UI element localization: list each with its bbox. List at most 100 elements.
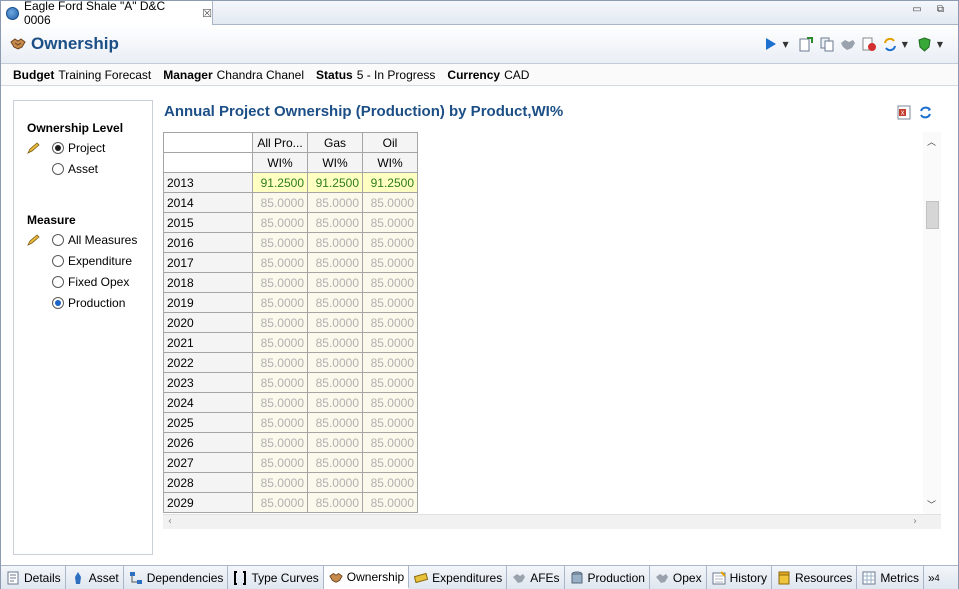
year-cell[interactable]: 2015 (163, 212, 253, 233)
year-cell[interactable]: 2027 (163, 452, 253, 473)
column-header[interactable]: Gas (307, 132, 363, 153)
year-cell[interactable]: 2017 (163, 252, 253, 273)
wi-value-cell[interactable]: 85.0000 (252, 452, 308, 473)
scroll-up-icon[interactable]: ︿ (927, 135, 936, 148)
radio-button[interactable] (52, 255, 64, 267)
tab-production[interactable]: Production (565, 566, 650, 589)
wi-value-cell[interactable]: 85.0000 (362, 292, 418, 313)
tab-ownership[interactable]: Ownership (323, 566, 410, 589)
wi-value-cell[interactable]: 85.0000 (307, 452, 363, 473)
wi-value-cell[interactable]: 85.0000 (252, 192, 308, 213)
close-tab-icon[interactable]: ☒ (202, 7, 212, 20)
horizontal-scrollbar[interactable]: ‹ › (163, 514, 941, 529)
run-icon[interactable] (762, 36, 780, 52)
tab-expenditures[interactable]: Expenditures (409, 566, 508, 589)
run-dropdown-chevron-icon[interactable]: ▼ (783, 40, 789, 49)
wi-value-cell[interactable]: 85.0000 (307, 432, 363, 453)
wi-value-cell[interactable]: 85.0000 (252, 352, 308, 373)
wi-value-cell[interactable]: 85.0000 (252, 252, 308, 273)
export-icon[interactable] (797, 36, 815, 52)
measure-option-production[interactable]: Production (52, 296, 125, 310)
scroll-left-icon[interactable]: ‹ (168, 516, 172, 527)
wi-value-cell[interactable]: 85.0000 (362, 312, 418, 333)
scroll-thumb[interactable] (926, 201, 939, 229)
wi-value-cell[interactable]: 85.0000 (362, 272, 418, 293)
wi-value-cell[interactable]: 85.0000 (307, 272, 363, 293)
wi-value-cell[interactable]: 85.0000 (307, 492, 363, 513)
year-cell[interactable]: 2025 (163, 412, 253, 433)
wi-value-cell[interactable]: 85.0000 (307, 332, 363, 353)
wi-value-cell[interactable]: 85.0000 (362, 472, 418, 493)
year-cell[interactable]: 2013 (163, 172, 253, 193)
measure-option-fixed-opex[interactable]: Fixed Opex (52, 275, 129, 289)
wi-value-cell[interactable]: 85.0000 (307, 352, 363, 373)
measure-option-all-measures[interactable]: All Measures (52, 233, 137, 247)
radio-button[interactable] (52, 142, 64, 154)
wi-value-cell[interactable]: 85.0000 (362, 412, 418, 433)
year-cell[interactable]: 2019 (163, 292, 253, 313)
wi-value-cell[interactable]: 85.0000 (307, 412, 363, 433)
tab-details[interactable]: Details (1, 566, 66, 589)
reject-icon[interactable] (860, 36, 878, 52)
wi-value-cell[interactable]: 85.0000 (362, 432, 418, 453)
tab-metrics[interactable]: Metrics (857, 566, 924, 589)
tab-history[interactable]: History (707, 566, 772, 589)
wi-value-cell[interactable]: 91.2500 (307, 172, 363, 193)
scroll-right-icon[interactable]: › (913, 516, 917, 527)
wi-value-cell[interactable]: 85.0000 (252, 372, 308, 393)
wi-value-cell[interactable]: 85.0000 (252, 232, 308, 253)
radio-button[interactable] (52, 234, 64, 246)
year-cell[interactable]: 2018 (163, 272, 253, 293)
wi-value-cell[interactable]: 85.0000 (362, 492, 418, 513)
wi-value-cell[interactable]: 85.0000 (362, 192, 418, 213)
year-cell[interactable]: 2022 (163, 352, 253, 373)
column-header[interactable]: All Pro... (252, 132, 308, 153)
wi-value-cell[interactable]: 85.0000 (307, 232, 363, 253)
sync-dropdown-chevron-icon[interactable]: ▼ (902, 40, 908, 49)
column-header[interactable]: Oil (362, 132, 418, 153)
year-cell[interactable]: 2023 (163, 372, 253, 393)
tab-resources[interactable]: Resources (772, 566, 858, 589)
wi-value-cell[interactable]: 85.0000 (252, 332, 308, 353)
year-cell[interactable]: 2024 (163, 392, 253, 413)
measure-option-expenditure[interactable]: Expenditure (52, 254, 132, 268)
wi-value-cell[interactable]: 85.0000 (252, 272, 308, 293)
wi-value-cell[interactable]: 85.0000 (252, 312, 308, 333)
security-icon[interactable] (916, 36, 934, 52)
security-dropdown-chevron-icon[interactable]: ▼ (937, 40, 943, 49)
year-cell[interactable]: 2021 (163, 332, 253, 353)
radio-button[interactable] (52, 163, 64, 175)
wi-value-cell[interactable]: 85.0000 (252, 292, 308, 313)
wi-value-cell[interactable]: 91.2500 (362, 172, 418, 193)
wi-value-cell[interactable]: 85.0000 (362, 452, 418, 473)
wi-value-cell[interactable]: 85.0000 (252, 492, 308, 513)
year-cell[interactable]: 2029 (163, 492, 253, 513)
wi-value-cell[interactable]: 85.0000 (307, 392, 363, 413)
refresh-icon[interactable] (918, 105, 933, 123)
sync-icon[interactable] (881, 36, 899, 52)
excel-export-icon[interactable]: X (897, 105, 912, 123)
year-cell[interactable]: 2016 (163, 232, 253, 253)
wi-value-cell[interactable]: 85.0000 (362, 352, 418, 373)
year-cell[interactable]: 2028 (163, 472, 253, 493)
radio-button[interactable] (52, 276, 64, 288)
wi-value-cell[interactable]: 85.0000 (307, 252, 363, 273)
wi-value-cell[interactable]: 85.0000 (252, 432, 308, 453)
copy-icon[interactable] (818, 36, 836, 52)
tab-afes[interactable]: AFEs (507, 566, 565, 589)
tab-type-curves[interactable]: Type Curves (228, 566, 324, 589)
wi-value-cell[interactable]: 85.0000 (362, 372, 418, 393)
wi-value-cell[interactable]: 85.0000 (362, 332, 418, 353)
year-cell[interactable]: 2014 (163, 192, 253, 213)
tab-asset[interactable]: Asset (66, 566, 124, 589)
wi-value-cell[interactable]: 85.0000 (362, 392, 418, 413)
wi-value-cell[interactable]: 85.0000 (252, 412, 308, 433)
radio-button[interactable] (52, 297, 64, 309)
window-controls[interactable]: ▭ ⧉ (912, 4, 950, 15)
level-option-project[interactable]: Project (52, 141, 105, 155)
wi-value-cell[interactable]: 85.0000 (252, 392, 308, 413)
more-tabs-button[interactable]: » 4 (924, 566, 940, 589)
wi-value-cell[interactable]: 85.0000 (362, 232, 418, 253)
editor-tab[interactable]: Eagle Ford Shale "A" D&C 0006 ☒ (1, 0, 213, 27)
wi-value-cell[interactable]: 85.0000 (307, 192, 363, 213)
